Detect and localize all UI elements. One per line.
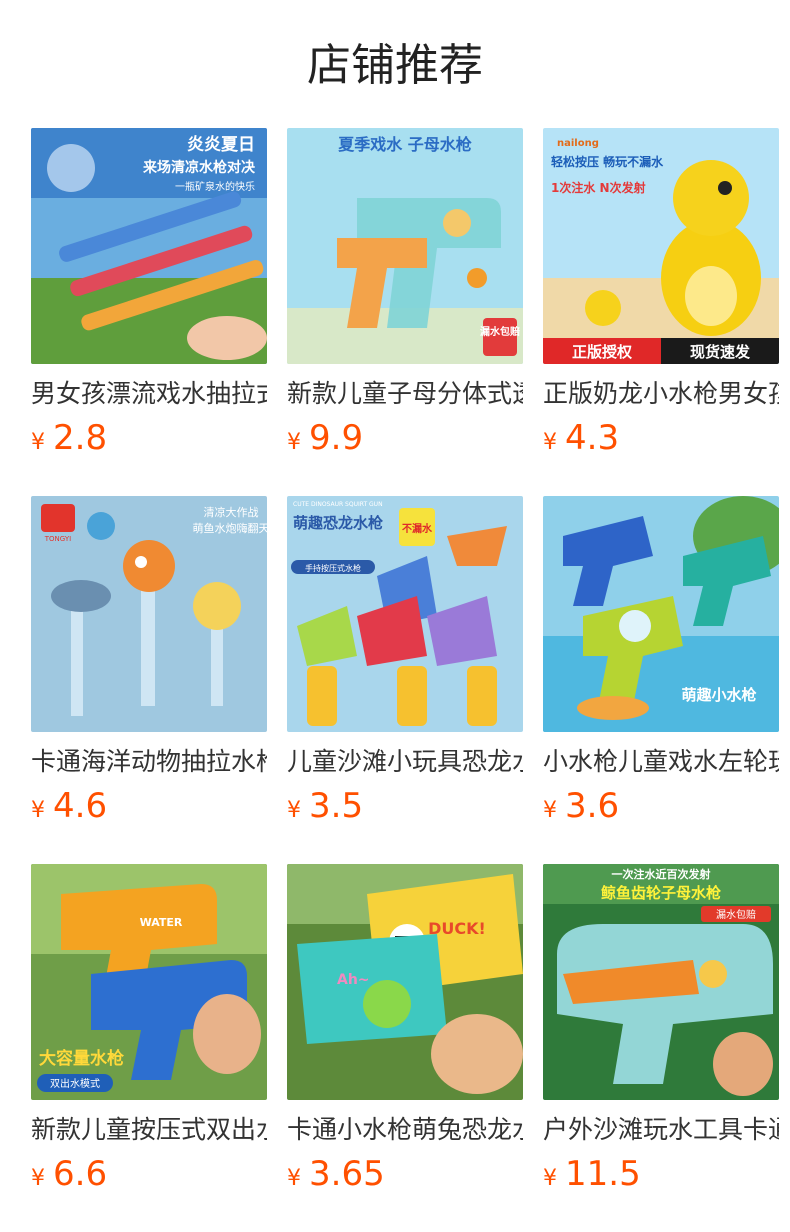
product-name[interactable]: 正版奶龙小水枪男女孩玩具: [543, 376, 779, 412]
product-price: ¥6.6: [31, 1154, 107, 1194]
product-name[interactable]: 男女孩漂流戏水抽拉式水枪: [31, 376, 267, 412]
banner-subtext: 双出水模式: [50, 1077, 100, 1090]
product-image[interactable]: 一次注水近百次发射 鲸鱼齿轮子母水枪 漏水包赔: [543, 864, 779, 1100]
product-price: ¥2.8: [31, 418, 107, 458]
banner-subtext: 萌鱼水炮嗨翻天: [193, 521, 268, 535]
brand-logo: nailong: [557, 138, 599, 149]
currency-symbol: ¥: [31, 430, 45, 455]
product-card[interactable]: 夏季戏水 子母水枪 漏水包赔 新款儿童子母分体式透明水枪 ¥9.9: [287, 128, 523, 468]
product-image[interactable]: DUCK! Ah~: [287, 864, 523, 1100]
product-price: ¥4.6: [31, 786, 107, 826]
currency-symbol: ¥: [287, 798, 301, 823]
product-image[interactable]: TONGYI 清凉大作战 萌鱼水炮嗨翻天: [31, 496, 267, 732]
product-image[interactable]: nailong 轻松按压 畅玩不漏水 1次注水 N次发射 正版授权 现货速发: [543, 128, 779, 364]
product-image[interactable]: 炎炎夏日 来场清凉水枪对决 一瓶矿泉水的快乐: [31, 128, 267, 364]
price-value: 3.6: [565, 786, 620, 826]
product-name[interactable]: 新款儿童子母分体式透明水枪: [287, 376, 523, 412]
banner-subtext: 来场清凉水枪对决: [142, 159, 256, 176]
badge-right: 现货速发: [690, 343, 751, 361]
currency-symbol: ¥: [287, 1166, 301, 1191]
product-image[interactable]: CUTE DINOSAUR SQUIRT GUN 萌趣恐龙水枪 手持按压式水枪 …: [287, 496, 523, 732]
currency-symbol: ¥: [31, 1166, 45, 1191]
price-value: 3.65: [309, 1154, 385, 1194]
badge-text: 漏水包赔: [480, 325, 520, 338]
section-title: 店铺推荐: [307, 40, 483, 91]
banner-subtext: Ah~: [337, 972, 370, 988]
currency-symbol: ¥: [31, 798, 45, 823]
product-price: ¥3.5: [287, 786, 363, 826]
product-card[interactable]: CUTE DINOSAUR SQUIRT GUN 萌趣恐龙水枪 手持按压式水枪 …: [287, 496, 523, 836]
banner-text: 炎炎夏日: [187, 135, 255, 155]
banner-subtext: 手持按压式水枪: [305, 563, 361, 573]
product-name[interactable]: 小水枪儿童戏水左轮玩具: [543, 744, 779, 780]
banner-text: 大容量水枪: [39, 1048, 124, 1069]
product-card[interactable]: 炎炎夏日 来场清凉水枪对决 一瓶矿泉水的快乐 男女孩漂流戏水抽拉式水枪 ¥2.8: [31, 128, 267, 468]
product-card[interactable]: nailong 轻松按压 畅玩不漏水 1次注水 N次发射 正版授权 现货速发 正…: [543, 128, 779, 468]
product-name[interactable]: 卡通海洋动物抽拉水枪玩具: [31, 744, 267, 780]
currency-symbol: ¥: [543, 798, 557, 823]
price-value: 4.6: [53, 786, 108, 826]
badge-text: 漏水包赔: [716, 908, 756, 921]
product-image[interactable]: 萌趣小水枪: [543, 496, 779, 732]
product-price: ¥3.6: [543, 786, 619, 826]
banner-text: 萌趣小水枪: [681, 686, 756, 704]
price-value: 3.5: [309, 786, 364, 826]
product-card[interactable]: TONGYI 清凉大作战 萌鱼水炮嗨翻天 卡通海洋动物抽拉水枪玩具 ¥4.6: [31, 496, 267, 836]
product-price: ¥3.65: [287, 1154, 385, 1194]
product-card[interactable]: WATER 大容量水枪 双出水模式 新款儿童按压式双出水枪 ¥6.6: [31, 864, 267, 1204]
brand-logo: TONGYI: [44, 535, 71, 543]
price-value: 2.8: [53, 418, 108, 458]
product-card[interactable]: DUCK! Ah~ 卡通小水枪萌兔恐龙水枪 ¥3.65: [287, 864, 523, 1204]
banner-text: 萌趣恐龙水枪: [293, 514, 383, 532]
product-price: ¥4.3: [543, 418, 619, 458]
badge-left: 正版授权: [572, 343, 633, 361]
product-name[interactable]: 户外沙滩玩水工具卡通水枪: [543, 1112, 779, 1148]
currency-symbol: ¥: [543, 430, 557, 455]
product-name[interactable]: 新款儿童按压式双出水枪: [31, 1112, 267, 1148]
banner-text: 清凉大作战: [204, 505, 259, 519]
banner-tag: 一瓶矿泉水的快乐: [175, 180, 255, 193]
banner-subtext: 1次注水 N次发射: [551, 180, 646, 195]
banner-tag-top: 一次注水近百次发射: [612, 867, 711, 881]
banner-en: CUTE DINOSAUR SQUIRT GUN: [293, 501, 383, 508]
currency-symbol: ¥: [287, 430, 301, 455]
banner-text: 鲸鱼齿轮子母水枪: [601, 884, 721, 902]
badge-text: 不漏水: [402, 522, 433, 535]
product-image[interactable]: 夏季戏水 子母水枪 漏水包赔: [287, 128, 523, 364]
product-card[interactable]: 萌趣小水枪 小水枪儿童戏水左轮玩具 ¥3.6: [543, 496, 779, 836]
banner-en: WATER: [140, 916, 183, 929]
product-price: ¥11.5: [543, 1154, 641, 1194]
currency-symbol: ¥: [543, 1166, 557, 1191]
product-price: ¥9.9: [287, 418, 363, 458]
product-image[interactable]: WATER 大容量水枪 双出水模式: [31, 864, 267, 1100]
banner-text: 轻松按压 畅玩不漏水: [551, 154, 664, 169]
product-card[interactable]: 一次注水近百次发射 鲸鱼齿轮子母水枪 漏水包赔 户外沙滩玩水工具卡通水枪 ¥11…: [543, 864, 779, 1204]
product-name[interactable]: 儿童沙滩小玩具恐龙水枪: [287, 744, 523, 780]
price-value: 9.9: [309, 418, 364, 458]
banner-text: 夏季戏水 子母水枪: [337, 135, 472, 154]
price-value: 4.3: [565, 418, 620, 458]
product-name[interactable]: 卡通小水枪萌兔恐龙水枪: [287, 1112, 523, 1148]
price-value: 11.5: [565, 1154, 641, 1194]
price-value: 6.6: [53, 1154, 108, 1194]
